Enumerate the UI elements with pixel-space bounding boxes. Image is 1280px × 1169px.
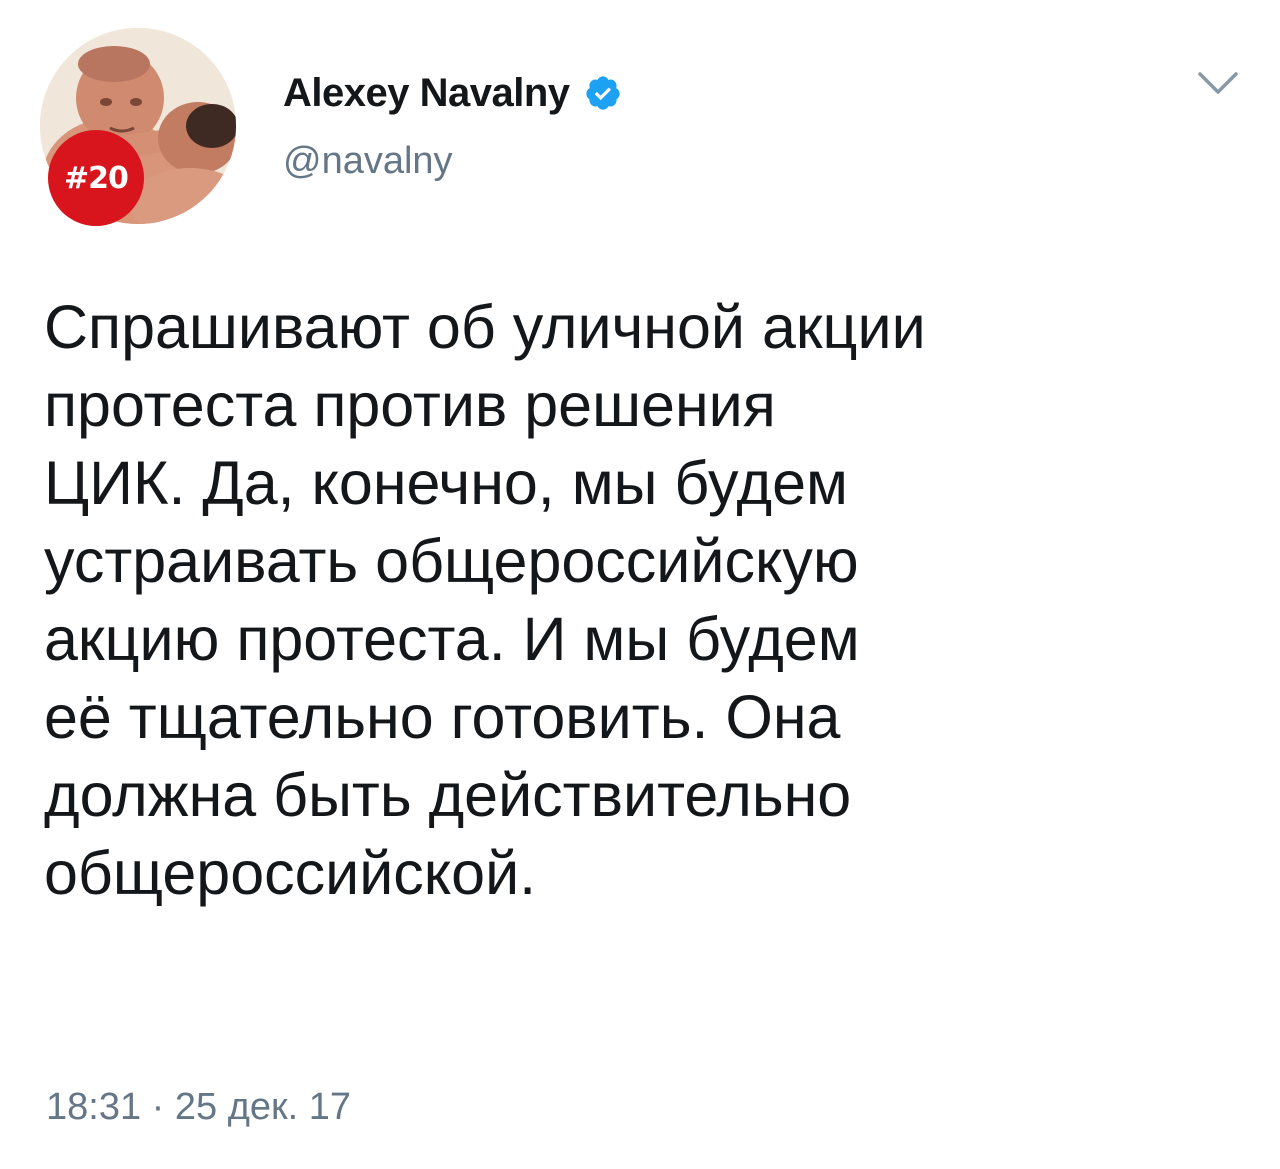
chevron-down-icon[interactable] — [1196, 68, 1240, 98]
tweet-text-line: её тщательно готовить. Она — [44, 683, 841, 751]
hashtag-badge: #20 — [48, 130, 144, 226]
tweet-text-line: акцию протеста. И мы будем — [44, 605, 860, 673]
tweet-text-line: должна быть действительно — [44, 761, 852, 829]
badge-label: #20 — [64, 160, 129, 196]
tweet-timestamp[interactable]: 18:31 · 25 дек. 17 — [46, 1086, 351, 1129]
user-handle[interactable]: @navalny — [283, 140, 453, 183]
tweet: #20 Alexey Navalny @navalny Спрашивают о… — [0, 0, 1280, 1169]
tweet-text-line: устраивать общероссийскую — [44, 527, 859, 595]
tweet-text-line: протеста против решения — [44, 371, 776, 439]
tweet-text-line: общероссийской. — [44, 839, 537, 907]
tweet-text-line: ЦИК. Да, конечно, мы будем — [44, 449, 848, 517]
tweet-text: Спрашивают об уличной акции протеста про… — [44, 288, 1244, 912]
author-row: Alexey Navalny — [283, 68, 622, 118]
verified-badge-icon — [584, 74, 622, 112]
display-name[interactable]: Alexey Navalny — [283, 71, 570, 116]
tweet-text-line: Спрашивают об уличной акции — [44, 293, 926, 361]
